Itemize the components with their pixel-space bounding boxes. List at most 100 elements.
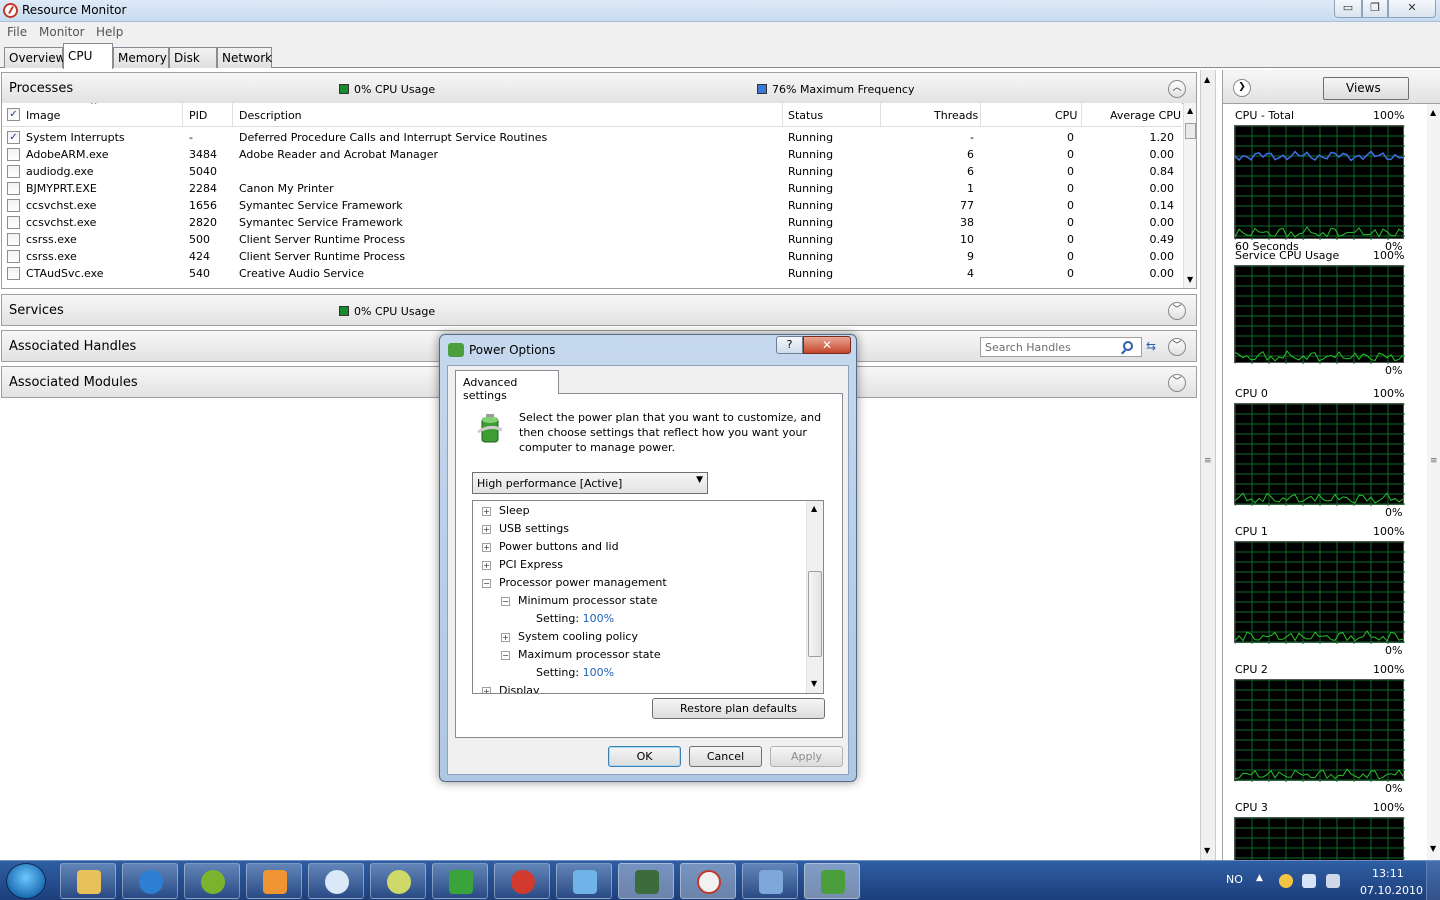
column-status[interactable]: Status (788, 109, 823, 122)
tree-item-usb[interactable]: + USB settings (482, 522, 569, 535)
column-average-cpu[interactable]: Average CPU (1110, 109, 1181, 122)
column-pid[interactable]: PID (189, 109, 207, 122)
taskbar-explorer[interactable] (60, 863, 116, 899)
column-cpu[interactable]: CPU (1055, 109, 1077, 122)
scroll-down-icon[interactable]: ▼ (811, 679, 817, 688)
tree-item-processor[interactable]: − Processor power management (482, 576, 667, 589)
table-row[interactable]: AdobeARM.exe 3484 Adobe Reader and Acrobat… (2, 146, 1182, 163)
column-image[interactable]: Image (26, 109, 60, 122)
row-checkbox[interactable]: ✓ (7, 131, 20, 144)
taskbar-spotify[interactable] (184, 863, 240, 899)
taskbar-utorrent[interactable] (432, 863, 488, 899)
tray-app-icon[interactable] (1279, 874, 1293, 888)
processes-header[interactable]: Processes 0% CPU Usage 76% Maximum Frequ… (1, 72, 1197, 104)
min-state-value[interactable]: 100% (583, 612, 614, 625)
tab-memory[interactable]: Memory (113, 47, 169, 68)
start-button[interactable] (6, 863, 46, 899)
scroll-up-icon[interactable]: ▲ (1187, 106, 1193, 115)
table-row[interactable]: audiodg.exe 5040 Running 6 0 0.84 (2, 163, 1182, 180)
expand-handles-button[interactable]: ﹀ (1168, 338, 1186, 356)
tree-item-cooling[interactable]: + System cooling policy (501, 630, 638, 643)
services-header[interactable]: Services 0% CPU Usage ﹀ (1, 294, 1197, 326)
tree-scrollbar[interactable]: ▲ ▼ (806, 501, 823, 693)
tab-disk[interactable]: Disk (169, 47, 217, 68)
close-button[interactable]: ✕ (1388, 0, 1436, 18)
expand-left-button[interactable]: ❯ (1233, 79, 1251, 97)
processes-scrollbar[interactable]: ▲ ▼ (1183, 103, 1196, 288)
taskbar-media-player[interactable] (246, 863, 302, 899)
taskbar-app-8[interactable] (494, 863, 550, 899)
tree-item-max-setting[interactable]: Setting: 100% (536, 666, 614, 679)
taskbar-downloader[interactable] (308, 863, 364, 899)
row-checkbox[interactable] (7, 182, 20, 195)
tree-item-max-state[interactable]: − Maximum processor state (501, 648, 661, 661)
row-checkbox[interactable] (7, 216, 20, 229)
table-row[interactable]: ccsvchst.exe 1656 Symantec Service Framewo… (2, 197, 1182, 214)
refresh-icon[interactable]: ⇆ (1144, 339, 1158, 353)
max-state-value[interactable]: 100% (583, 666, 614, 679)
input-language[interactable]: NO (1226, 873, 1243, 886)
table-row[interactable]: csrss.exe 424 Client Server Runtime Proces… (2, 248, 1182, 265)
action-center-icon[interactable] (1302, 874, 1316, 888)
scroll-down-icon[interactable]: ▼ (1430, 844, 1436, 853)
scroll-up-icon[interactable]: ▲ (1430, 108, 1436, 117)
dialog-close-button[interactable]: ✕ (803, 336, 851, 354)
tree-item-power-buttons[interactable]: + Power buttons and lid (482, 540, 619, 553)
tab-cpu[interactable]: CPU (63, 43, 113, 69)
menu-monitor[interactable]: Monitor (39, 25, 85, 39)
scroll-up-icon[interactable]: ▲ (1204, 75, 1210, 84)
taskbar-messenger[interactable] (556, 863, 612, 899)
taskbar-internet-explorer[interactable] (122, 863, 178, 899)
show-hidden-icons[interactable]: ▲ (1256, 873, 1263, 883)
expand-services-button[interactable]: ﹀ (1168, 302, 1186, 320)
search-icon[interactable] (1123, 341, 1133, 351)
menu-help[interactable]: Help (96, 25, 123, 39)
tree-item-min-setting[interactable]: Setting: 100% (536, 612, 614, 625)
tab-advanced-settings[interactable]: Advanced settings (455, 370, 559, 402)
cancel-button[interactable]: Cancel (689, 746, 762, 767)
pane-splitter-scrollbar[interactable]: ▲ ≡ ▼ (1200, 70, 1216, 860)
views-button[interactable]: Views▼ (1323, 77, 1409, 100)
apply-button[interactable]: Apply (770, 746, 843, 767)
taskbar-power-options[interactable] (804, 863, 860, 899)
clock-time[interactable]: 13:11 (1372, 867, 1404, 880)
tree-item-sleep[interactable]: + Sleep (482, 504, 530, 517)
dialog-help-button[interactable]: ? (776, 336, 803, 354)
taskbar-monitor[interactable] (618, 863, 674, 899)
scroll-up-icon[interactable]: ▲ (811, 504, 817, 513)
row-checkbox[interactable] (7, 165, 20, 178)
taskbar-control-panel[interactable] (742, 863, 798, 899)
taskbar-resource-monitor[interactable] (680, 863, 736, 899)
menu-file[interactable]: File (7, 25, 27, 39)
row-checkbox[interactable] (7, 267, 20, 280)
graphs-scrollbar[interactable]: ▲ ≡ ▼ (1427, 104, 1440, 860)
select-all-checkbox[interactable]: ✓ (7, 108, 20, 121)
maximize-button[interactable]: ❐ (1362, 0, 1388, 18)
column-description[interactable]: Description (239, 109, 302, 122)
tree-item-min-state[interactable]: − Minimum processor state (501, 594, 657, 607)
scroll-thumb[interactable] (808, 571, 822, 657)
table-row[interactable]: BJMYPRT.EXE 2284 Canon My Printer Running 1 0… (2, 180, 1182, 197)
row-checkbox[interactable] (7, 250, 20, 263)
scroll-grip-icon[interactable]: ≡ (1430, 456, 1438, 466)
volume-icon[interactable] (1326, 874, 1340, 888)
table-row[interactable]: CTAudSvc.exe 540 Creative Audio Service Run… (2, 265, 1182, 282)
search-handles-input[interactable]: Search Handles (980, 337, 1142, 357)
expand-modules-button[interactable]: ﹀ (1168, 374, 1186, 392)
show-desktop-button[interactable] (1426, 861, 1440, 900)
row-checkbox[interactable] (7, 148, 20, 161)
row-checkbox[interactable] (7, 199, 20, 212)
table-row[interactable]: ccsvchst.exe 2820 Symantec Service Framewo… (2, 214, 1182, 231)
table-row[interactable]: csrss.exe 500 Client Server Runtime Proces… (2, 231, 1182, 248)
tab-network[interactable]: Network (217, 47, 272, 68)
restore-defaults-button[interactable]: Restore plan defaults (652, 698, 825, 719)
scroll-down-icon[interactable]: ▼ (1204, 846, 1210, 855)
tab-overview[interactable]: Overview (4, 47, 66, 68)
scroll-thumb[interactable] (1185, 123, 1196, 139)
row-checkbox[interactable] (7, 233, 20, 246)
scroll-down-icon[interactable]: ▼ (1187, 275, 1193, 284)
ok-button[interactable]: OK (608, 746, 681, 767)
collapse-processes-button[interactable]: ︿ (1168, 80, 1186, 98)
tree-item-pci-express[interactable]: + PCI Express (482, 558, 563, 571)
table-row[interactable]: ✓ System Interrupts - Deferred Procedure Ca… (2, 129, 1182, 146)
